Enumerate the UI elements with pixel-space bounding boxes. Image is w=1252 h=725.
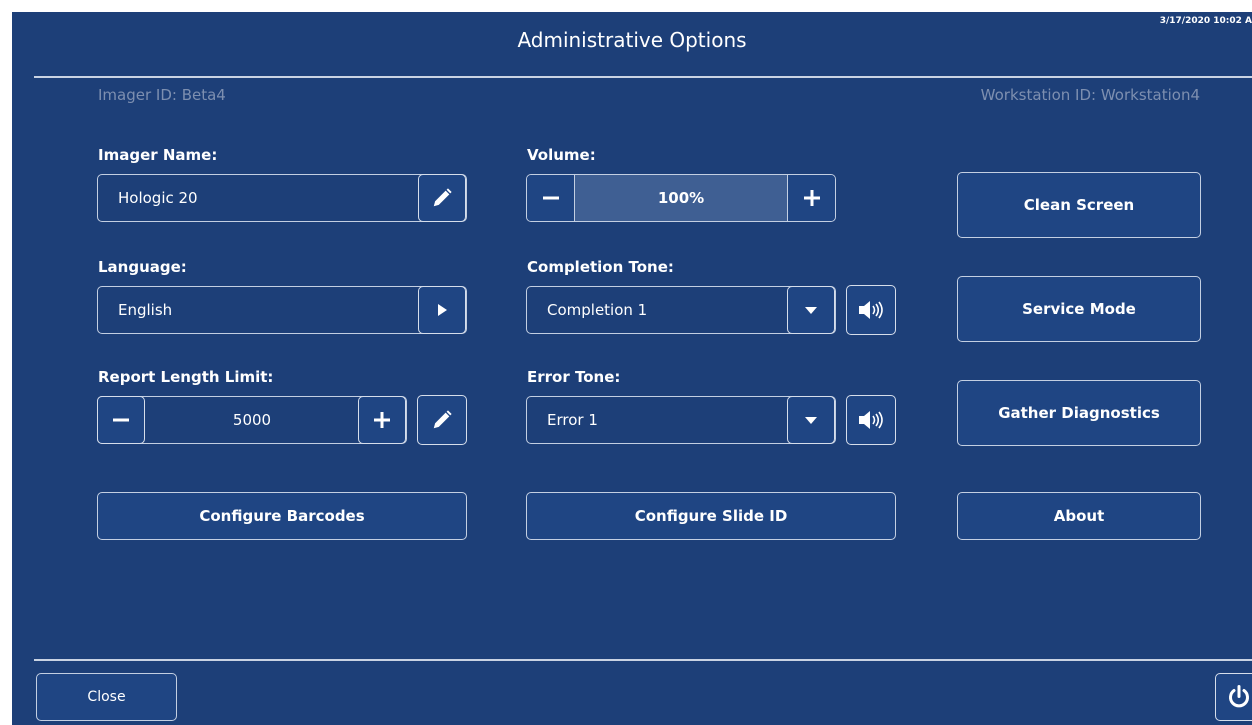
imager-name-label: Imager Name:: [98, 146, 218, 164]
volume-label: Volume:: [527, 146, 596, 164]
speaker-icon: [859, 301, 883, 319]
workstation-id: Workstation ID: Workstation4: [980, 86, 1200, 104]
completion-tone-value: Completion 1: [547, 301, 648, 319]
report-length-decrement-button[interactable]: [97, 396, 145, 444]
gather-diagnostics-button[interactable]: Gather Diagnostics: [957, 380, 1201, 446]
about-button[interactable]: About: [957, 492, 1201, 540]
volume-increment-button[interactable]: [787, 175, 835, 221]
pencil-icon: [433, 188, 452, 207]
minus-icon: [113, 418, 129, 422]
configure-barcodes-button[interactable]: Configure Barcodes: [97, 492, 467, 540]
pencil-icon: [433, 410, 452, 429]
imager-name-field[interactable]: Hologic 20: [97, 174, 467, 222]
report-length-increment-button[interactable]: [358, 396, 406, 444]
footer-divider: [34, 659, 1252, 661]
volume-decrement-button[interactable]: [527, 175, 575, 221]
volume-level: 100%: [575, 175, 787, 221]
service-mode-button[interactable]: Service Mode: [957, 276, 1201, 342]
power-button[interactable]: [1215, 673, 1252, 721]
power-icon: [1229, 685, 1249, 708]
completion-tone-select[interactable]: Completion 1: [526, 286, 836, 334]
report-length-value: 5000: [232, 411, 272, 429]
header-divider: [34, 76, 1252, 78]
language-select-button[interactable]: [418, 286, 466, 334]
timestamp: 3/17/2020 10:02 A: [1159, 16, 1252, 26]
imager-id: Imager ID: Beta4: [98, 86, 226, 104]
completion-tone-dropdown-button[interactable]: [787, 286, 835, 334]
error-tone-label: Error Tone:: [527, 368, 621, 386]
play-arrow-icon: [438, 304, 447, 316]
language-value: English: [118, 301, 173, 319]
error-tone-dropdown-button[interactable]: [787, 396, 835, 444]
admin-options-screen: 3/17/2020 10:02 A Administrative Options…: [12, 12, 1252, 725]
close-button[interactable]: Close: [36, 673, 177, 721]
page-title: Administrative Options: [517, 28, 747, 52]
minus-icon: [542, 196, 559, 200]
volume-stepper: 100%: [526, 174, 836, 222]
configure-slide-id-button[interactable]: Configure Slide ID: [526, 492, 896, 540]
report-length-label: Report Length Limit:: [98, 368, 274, 386]
imager-name-value: Hologic 20: [118, 189, 198, 207]
clean-screen-button[interactable]: Clean Screen: [957, 172, 1201, 238]
error-tone-select[interactable]: Error 1: [526, 396, 836, 444]
plus-icon: [803, 190, 820, 206]
play-error-tone-button[interactable]: [846, 395, 896, 445]
completion-tone-label: Completion Tone:: [527, 258, 674, 276]
report-length-stepper: 5000: [97, 396, 407, 444]
edit-report-length-button[interactable]: [417, 395, 467, 445]
dropdown-arrow-icon: [805, 417, 817, 424]
play-completion-tone-button[interactable]: [846, 285, 896, 335]
error-tone-value: Error 1: [547, 411, 598, 429]
language-label: Language:: [98, 258, 187, 276]
speaker-icon: [859, 411, 883, 429]
plus-icon: [374, 412, 390, 428]
language-field[interactable]: English: [97, 286, 467, 334]
dropdown-arrow-icon: [805, 307, 817, 314]
edit-imager-name-button[interactable]: [418, 174, 466, 222]
